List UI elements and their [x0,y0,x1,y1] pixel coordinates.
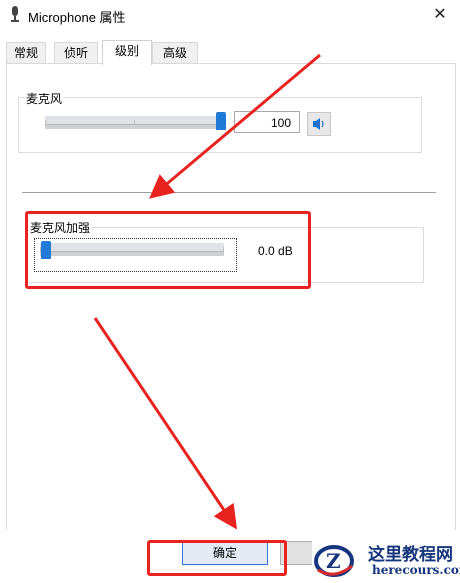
title-bar: Microphone 属性 ✕ [0,0,460,30]
slider-tick [134,120,135,124]
watermark-chinese: 这里教程网 [368,545,453,565]
microphone-label: 麦克风 [24,90,65,107]
microphone-icon [11,6,19,22]
watermark-logo-letter: Z [326,549,341,573]
tab-strip: 常规 侦听 级别 高级 [6,40,454,65]
tab-general[interactable]: 常规 [6,42,46,63]
microphone-slider-thumb[interactable] [216,112,226,130]
microphone-slider-track[interactable] [45,124,225,129]
annotation-box-ok [147,540,287,576]
window-title: Microphone 属性 [28,10,126,25]
watermark-english: herecours.com [372,563,460,577]
close-button[interactable]: ✕ [420,0,460,30]
section-divider [22,192,436,193]
tab-listen[interactable]: 侦听 [54,42,98,63]
annotation-box-boost [25,211,311,289]
slider-tick [45,120,46,124]
speaker-icon [313,118,324,130]
tab-levels[interactable]: 级别 [102,40,152,65]
microphone-value-field[interactable]: 100 [234,111,300,133]
watermark: Z 这里教程网 herecours.com [312,536,460,583]
watermark-logo: Z [314,545,354,577]
tab-advanced[interactable]: 高级 [152,42,198,63]
mute-button[interactable] [307,112,331,136]
